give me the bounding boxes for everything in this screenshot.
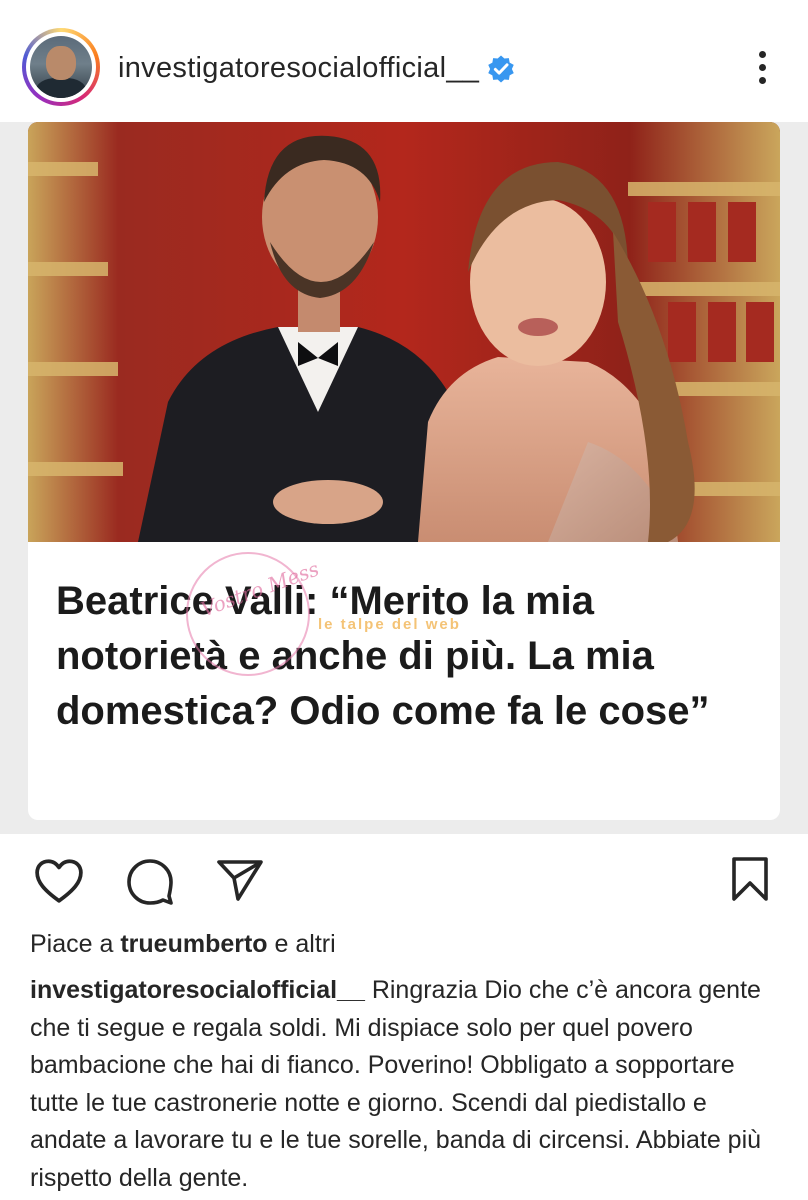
- more-options-icon[interactable]: [748, 48, 776, 88]
- caption-username[interactable]: investigatoresocialofficial__: [30, 976, 365, 1004]
- post-actions: [0, 836, 808, 926]
- article-headline: Beatrice Valli: “Merito la mia notorietà…: [56, 579, 710, 733]
- send-icon[interactable]: [216, 858, 264, 902]
- post-caption: investigatoresocialofficial__ Ringrazia …: [30, 972, 780, 1197]
- article-photo: [28, 122, 780, 542]
- heart-icon[interactable]: [34, 858, 84, 904]
- liker-username[interactable]: trueumberto: [120, 930, 267, 958]
- avatar[interactable]: [22, 28, 100, 106]
- likes-summary[interactable]: Piace a trueumberto e altri: [30, 930, 336, 959]
- comment-icon[interactable]: [126, 858, 174, 906]
- post-media: Beatrice Valli: “Merito la mia notorietà…: [0, 122, 808, 834]
- watermark-text: le talpe del web: [318, 616, 461, 633]
- article-card[interactable]: Beatrice Valli: “Merito la mia notorietà…: [28, 122, 780, 820]
- username[interactable]: investigatoresocialofficial__: [118, 52, 479, 85]
- avatar-image: [30, 36, 92, 98]
- verified-badge-icon: [488, 55, 514, 83]
- bookmark-icon[interactable]: [730, 856, 770, 902]
- caption-text: Ringrazia Dio che c’è ancora gente che t…: [30, 976, 762, 1192]
- post-header: investigatoresocialofficial__: [0, 0, 808, 122]
